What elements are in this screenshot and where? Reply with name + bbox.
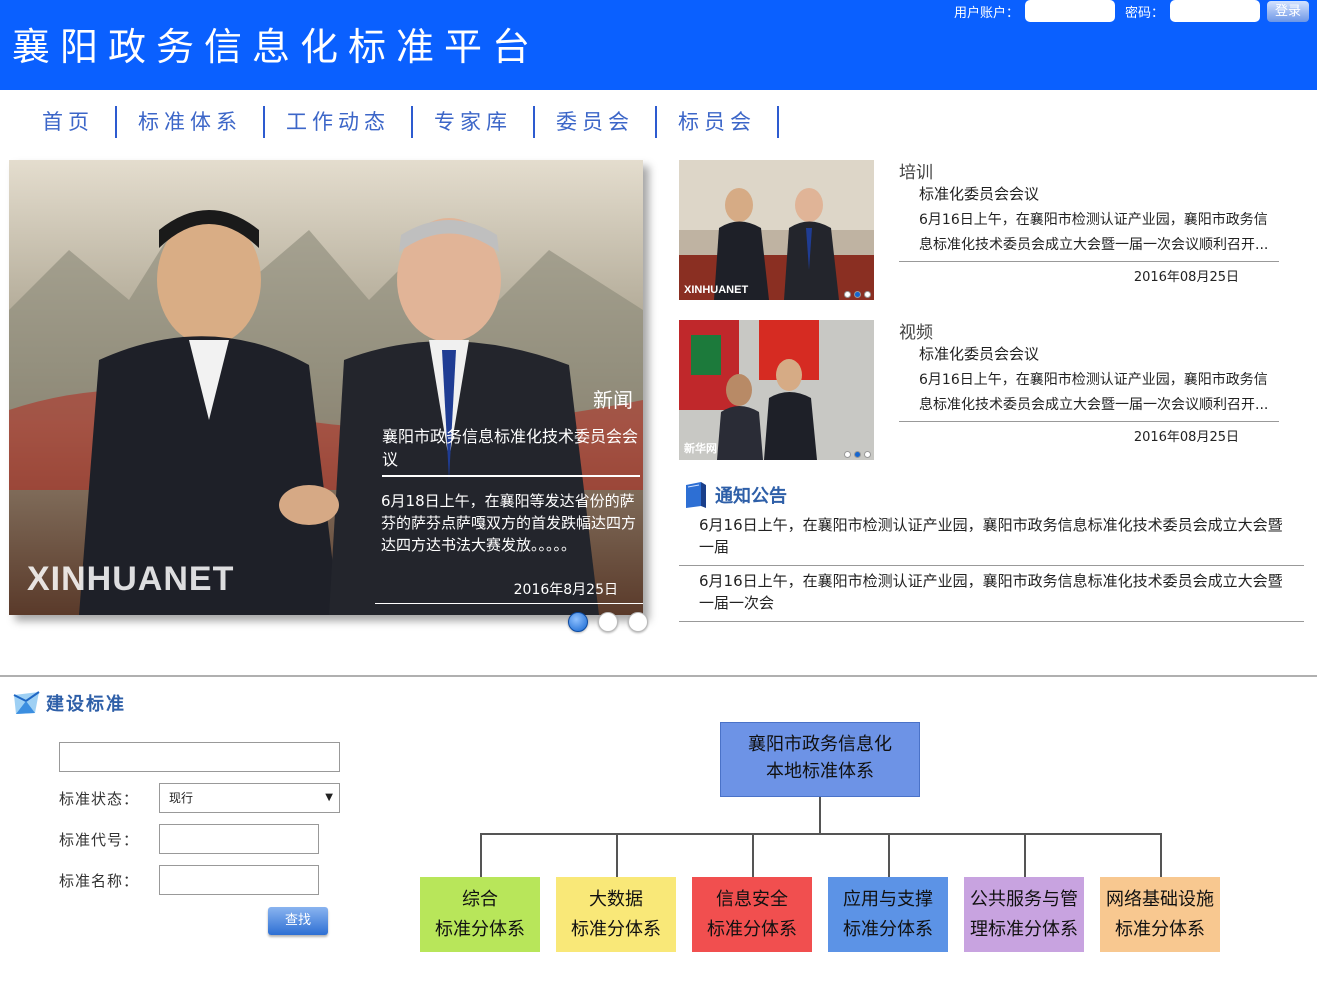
video-card-image[interactable]: 新华网 [679, 320, 874, 460]
standard-name-input[interactable] [159, 865, 319, 895]
keyword-input[interactable] [59, 742, 340, 772]
banner-category: 新闻 [593, 388, 633, 412]
diagram-branch [616, 833, 618, 877]
nav-item-standard-committee[interactable]: 标员会 [657, 106, 779, 138]
node-line: 标准分体系 [571, 919, 661, 940]
video-card-category[interactable]: 视频 [899, 318, 1279, 343]
login-button[interactable]: 登录 [1267, 0, 1309, 22]
news-banner[interactable]: XINHUANET 新闻 襄阳市政务信息标准化技术委员会会议 6月18日上午，在… [9, 160, 643, 615]
training-card: 培训 标准化委员会会议 6月16日上午，在襄阳市检测认证产业园，襄阳市政务信息标… [899, 158, 1279, 285]
chevron-down-icon: ▼ [325, 792, 333, 803]
banner-date: 2016年8月25日 [513, 582, 618, 598]
node-line: 公共服务与管 [970, 889, 1078, 910]
nav-item-committee[interactable]: 委员会 [535, 106, 657, 138]
build-standard-icon [13, 691, 40, 714]
training-photo [679, 160, 874, 300]
diagram-branch [888, 833, 890, 877]
diagram-node-application[interactable]: 应用与支撑 标准分体系 [828, 877, 948, 952]
username-label: 用户账户： [953, 5, 1019, 21]
diagram-root-node[interactable]: 襄阳市政务信息化 本地标准体系 [720, 722, 920, 797]
section-divider [0, 675, 1317, 677]
diagram-trunk [819, 797, 821, 834]
diagram-branch [1024, 833, 1026, 877]
diagram-root-line-1: 襄阳市政务信息化 [748, 734, 892, 755]
node-line: 综合 [462, 889, 498, 910]
main-nav: 首页 标准体系 工作动态 专家库 委员会 标员会 [0, 104, 779, 140]
diagram-branch [1160, 833, 1162, 877]
nav-item-work-news[interactable]: 工作动态 [265, 106, 413, 138]
video-card-date: 2016年08月25日 [1133, 430, 1239, 445]
slide-dot-3[interactable] [628, 612, 648, 632]
video-card-watermark: 新华网 [684, 443, 717, 455]
nav-item-experts[interactable]: 专家库 [413, 106, 535, 138]
banner-pagination [568, 612, 648, 632]
status-label: 标准状态： [59, 789, 140, 808]
notice-item[interactable]: 6月16日上午，在襄阳市检测认证产业园，襄阳市政务信息标准化技术委员会成立大会暨… [679, 514, 1304, 566]
slide-dot-2[interactable] [598, 612, 618, 632]
status-select[interactable]: 现行 ▼ [159, 783, 340, 813]
banner-caption: 新闻 襄阳市政务信息标准化技术委员会会议 6月18日上午，在襄阳等发达省份的萨芬… [375, 160, 643, 615]
name-label: 标准名称： [59, 871, 140, 890]
notice-book-icon [686, 482, 706, 508]
standard-code-input[interactable] [159, 824, 319, 854]
training-card-pagination [844, 291, 871, 298]
diagram-branch-bar [480, 833, 1160, 835]
slide-dot-1[interactable] [568, 612, 588, 632]
node-line: 大数据 [589, 889, 643, 910]
training-card-watermark: XINHUANET [684, 284, 749, 296]
diagram-node-security[interactable]: 信息安全 标准分体系 [692, 877, 812, 952]
diagram-node-infrastructure[interactable]: 网络基础设施 标准分体系 [1100, 877, 1220, 952]
node-line: 标准分体系 [843, 919, 933, 940]
training-card-description: 6月16日上午，在襄阳市检测认证产业园，襄阳市政务信息标准化技术委员会成立大会暨… [899, 208, 1279, 262]
notice-item[interactable]: 6月16日上午，在襄阳市检测认证产业园，襄阳市政务信息标准化技术委员会成立大会暨… [679, 570, 1304, 622]
notice-title: 通知公告 [715, 486, 787, 507]
diagram-node-general[interactable]: 综合 标准分体系 [420, 877, 540, 952]
header-bar: 襄阳政务信息化标准平台 用户账户： 密码： 登录 [0, 0, 1317, 90]
search-button[interactable]: 查找 [268, 907, 328, 935]
nav-item-standard-system[interactable]: 标准体系 [117, 106, 265, 138]
banner-divider [375, 603, 643, 604]
notice-header: 通知公告 [683, 481, 787, 509]
node-line: 标准分体系 [707, 919, 797, 940]
node-line: 应用与支撑 [843, 889, 933, 910]
banner-watermark: XINHUANET [27, 560, 235, 598]
nav-item-home[interactable]: 首页 [0, 106, 117, 138]
video-card-pagination [844, 451, 871, 458]
password-label: 密码： [1124, 5, 1164, 21]
node-line: 理标准分体系 [970, 919, 1078, 940]
training-card-date: 2016年08月25日 [1133, 270, 1239, 285]
training-card-title[interactable]: 标准化委员会会议 [899, 180, 1279, 208]
node-line: 标准分体系 [1115, 919, 1205, 940]
code-label: 标准代号： [59, 830, 140, 849]
node-line: 标准分体系 [435, 919, 525, 940]
diagram-root-line-2: 本地标准体系 [766, 761, 874, 782]
username-input[interactable] [1024, 0, 1115, 22]
login-form: 用户账户： 密码： 登录 [944, 0, 1309, 22]
banner-description: 6月18日上午，在襄阳等发达省份的萨芬的萨芬点萨嘎双方的首发跌幅达四方达四方达书… [381, 492, 637, 554]
status-select-value: 现行 [169, 791, 194, 805]
diagram-branch [480, 833, 482, 877]
video-photo [679, 320, 874, 460]
training-card-image[interactable]: XINHUANET [679, 160, 874, 300]
video-card: 视频 标准化委员会会议 6月16日上午，在襄阳市检测认证产业园，襄阳市政务信息标… [899, 318, 1279, 445]
node-line: 信息安全 [716, 889, 788, 910]
video-card-title[interactable]: 标准化委员会会议 [899, 340, 1279, 368]
node-line: 网络基础设施 [1106, 889, 1214, 910]
diagram-branch [752, 833, 754, 877]
video-card-description: 6月16日上午，在襄阳市检测认证产业园，襄阳市政务信息标准化技术委员会成立大会暨… [899, 368, 1279, 422]
training-card-category[interactable]: 培训 [899, 158, 1279, 183]
build-standard-title: 建设标准 [46, 694, 126, 715]
password-input[interactable] [1170, 0, 1260, 22]
build-standard-header: 建设标准 [13, 690, 126, 716]
site-title: 襄阳政务信息化标准平台 [12, 25, 541, 69]
diagram-node-public-service[interactable]: 公共服务与管 理标准分体系 [964, 877, 1084, 952]
diagram-node-big-data[interactable]: 大数据 标准分体系 [556, 877, 676, 952]
banner-title[interactable]: 襄阳市政务信息标准化技术委员会会议 [382, 425, 640, 477]
